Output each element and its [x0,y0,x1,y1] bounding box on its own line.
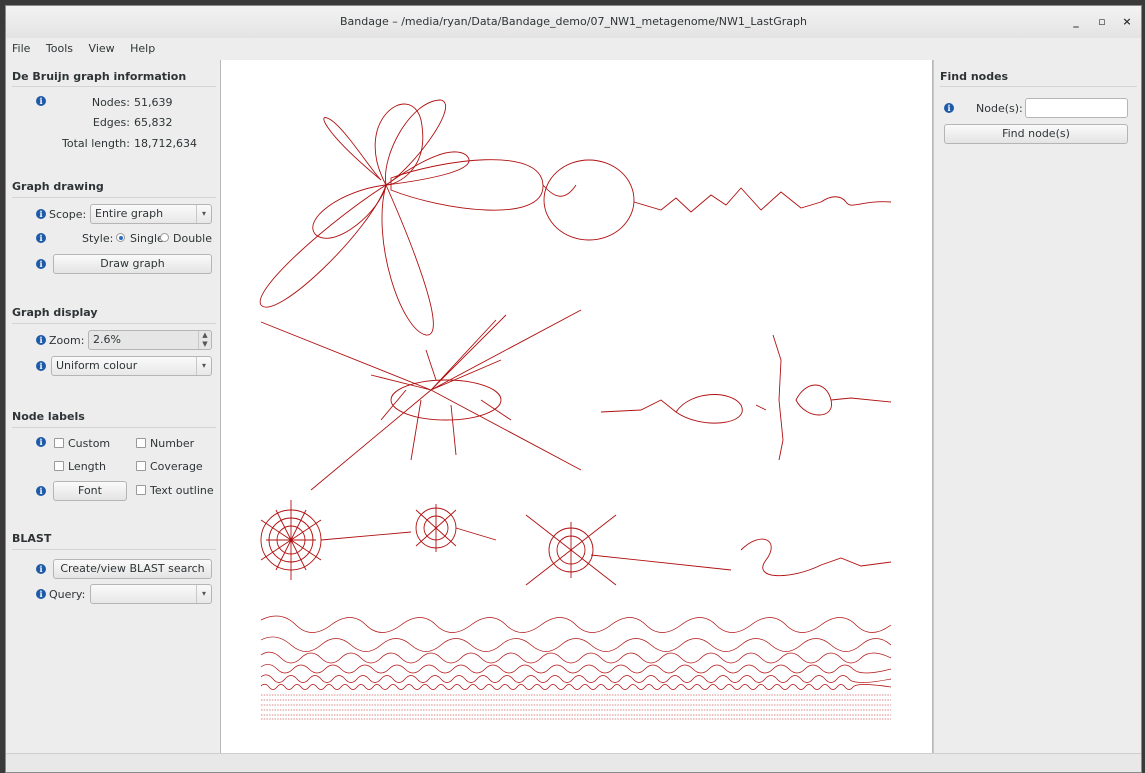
font-button[interactable]: Font [53,481,127,501]
colour-scheme-select[interactable]: Uniform colour ▾ [51,356,212,376]
status-bar [6,753,1141,772]
find-nodes-button[interactable]: Find node(s) [944,124,1128,144]
info-icon[interactable]: i [36,233,46,243]
style-single-label: Single [130,232,164,245]
nodes-label: Nodes: [91,96,130,109]
blast-search-button[interactable]: Create/view BLAST search [53,559,212,579]
section-title-find-nodes: Find nodes [940,70,1009,83]
info-icon[interactable]: i [36,361,46,371]
graph-component [260,500,892,586]
text-outline-label: Text outline [150,484,214,497]
graph-component [260,615,892,690]
nodes-search-label: Node(s): [976,102,1023,115]
edges-value: 65,832 [134,116,173,129]
chevron-down-icon: ▾ [196,585,211,603]
number-checkbox[interactable] [136,438,146,448]
divider [12,427,216,428]
style-double-radio[interactable] [160,233,169,242]
info-icon[interactable]: i [36,564,46,574]
query-select[interactable]: ▾ [90,584,212,604]
scope-label: Scope: [49,208,87,221]
zoom-label: Zoom: [49,334,85,347]
maximize-button[interactable]: ▫ [1093,14,1111,30]
info-icon[interactable]: i [36,335,46,345]
divider [12,549,216,550]
info-icon[interactable]: i [944,103,954,113]
title-bar: Bandage – /media/ryan/Data/Bandage_demo/… [6,6,1141,39]
scope-select-value: Entire graph [95,207,164,220]
length-checkbox[interactable] [54,461,64,471]
total-length-label: Total length: [62,137,130,150]
section-title-graph-info: De Bruijn graph information [12,70,187,83]
close-button[interactable]: × [1118,14,1136,30]
number-label: Number [150,437,195,450]
section-title-graph-drawing: Graph drawing [12,180,104,193]
window-title: Bandage – /media/ryan/Data/Bandage_demo/… [340,15,807,28]
left-control-panel: De Bruijn graph information i Nodes: 51,… [6,60,221,754]
style-single-radio[interactable] [116,233,125,242]
menu-view[interactable]: View [83,38,121,55]
coverage-label: Coverage [150,460,203,473]
menu-file[interactable]: File [6,38,36,55]
query-label: Query: [49,588,86,601]
chevron-down-icon: ▾ [196,205,211,223]
graph-component [260,309,892,491]
coverage-checkbox[interactable] [136,461,146,471]
menu-help[interactable]: Help [124,38,161,55]
chevron-down-icon: ▾ [196,357,211,375]
draw-graph-button[interactable]: Draw graph [53,254,212,274]
graph-component [259,99,892,336]
info-icon[interactable]: i [36,259,46,269]
right-find-panel: Find nodes i Node(s): Find node(s) [933,60,1141,754]
text-outline-checkbox[interactable] [136,485,146,495]
menu-bar: File Tools View Help [6,38,1141,60]
divider [12,197,216,198]
divider [12,86,216,87]
main-window: Bandage – /media/ryan/Data/Bandage_demo/… [5,5,1142,773]
nodes-value: 51,639 [134,96,173,109]
info-icon[interactable]: i [36,96,46,106]
length-label: Length [68,460,106,473]
info-icon[interactable]: i [36,589,46,599]
info-icon[interactable]: i [36,437,46,447]
style-label: Style: [82,232,114,245]
total-length-value: 18,712,634 [134,137,197,150]
custom-checkbox[interactable] [54,438,64,448]
zoom-value: 2.6% [93,333,121,346]
minimize-button[interactable]: _ [1067,14,1085,30]
spin-arrows-icon[interactable]: ▲ ▼ [198,331,211,349]
scope-select[interactable]: Entire graph ▾ [90,204,212,224]
custom-label: Custom [68,437,111,450]
info-icon[interactable]: i [36,209,46,219]
section-title-graph-display: Graph display [12,306,98,319]
graph-component [261,694,891,720]
divider [940,86,1137,87]
style-double-label: Double [173,232,212,245]
colour-scheme-value: Uniform colour [56,359,138,372]
section-title-blast: BLAST [12,532,52,545]
edges-label: Edges: [92,116,130,129]
zoom-spinbox[interactable]: 2.6% ▲ ▼ [88,330,212,350]
nodes-search-input[interactable] [1025,98,1128,118]
divider [12,323,216,324]
menu-tools[interactable]: Tools [40,38,79,55]
graph-canvas[interactable] [220,60,933,754]
section-title-node-labels: Node labels [12,410,85,423]
assembly-graph-drawing [259,99,892,720]
info-icon[interactable]: i [36,486,46,496]
